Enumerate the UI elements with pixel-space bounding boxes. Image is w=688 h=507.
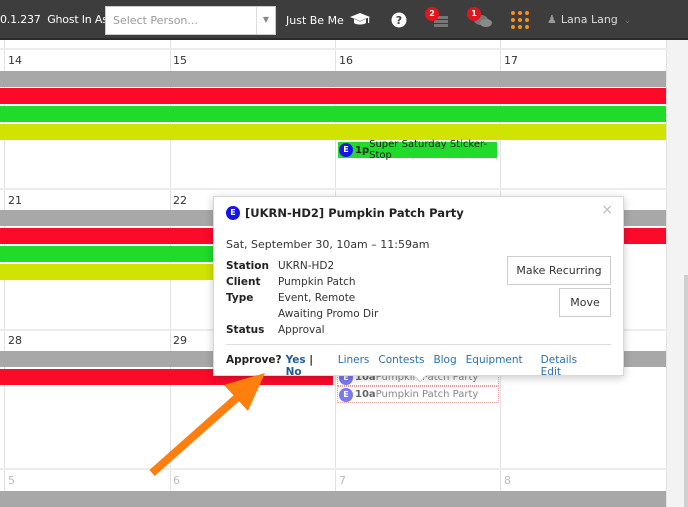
field-label: Type: [226, 292, 254, 304]
close-icon[interactable]: ×: [601, 202, 613, 218]
version-and-ghost-label: 0.1.237 Ghost In As:: [0, 13, 111, 26]
allday-bar-red[interactable]: [0, 88, 666, 104]
field-label: Station: [226, 260, 269, 272]
event-time: 1p: [355, 144, 370, 156]
field-station: Station UKRN-HD2: [226, 258, 378, 274]
app-version: 0.1.237: [0, 13, 41, 26]
chevron-down-icon: ⌄: [623, 16, 632, 26]
event-time: 10a: [355, 389, 376, 400]
calendar-event[interactable]: E 1p Super Saturday Sticker-Stop: [338, 139, 497, 161]
user-menu[interactable]: ♟ Lana Lang ⌄: [547, 13, 631, 26]
messages-badge: 1: [467, 7, 481, 21]
popover-pointer: [414, 375, 426, 383]
user-name: Lana Lang: [560, 13, 618, 26]
day-number[interactable]: 21: [8, 194, 22, 207]
field-type: Type Event, Remote: [226, 290, 378, 306]
day-number[interactable]: 15: [173, 54, 187, 67]
details-link[interactable]: Details: [541, 354, 577, 366]
messages-button[interactable]: 1: [467, 7, 494, 32]
field-status: Status Approval: [226, 322, 378, 338]
user-icon: ♟: [547, 13, 557, 26]
edit-link[interactable]: Edit: [541, 366, 561, 378]
equipment-link[interactable]: Equipment: [466, 354, 523, 378]
blog-link[interactable]: Blog: [433, 354, 456, 378]
footer-actions: Details Edit: [532, 354, 603, 378]
allday-bar-lime[interactable]: [0, 124, 666, 140]
approve-choice: Yes | No: [286, 354, 329, 378]
day-number[interactable]: 22: [173, 194, 187, 207]
event-title: Pumpkin Patch Party: [375, 389, 479, 400]
top-navbar: 0.1.237 Ghost In As: Select Person... ▼ …: [0, 0, 688, 40]
day-number[interactable]: 5: [8, 474, 15, 487]
day-number[interactable]: 29: [173, 334, 187, 347]
day-number[interactable]: 28: [8, 334, 22, 347]
vertical-scrollbar[interactable]: [684, 275, 688, 507]
event-title: Super Saturday Sticker-Stop: [369, 139, 488, 161]
move-button[interactable]: Move: [559, 288, 611, 317]
separator: |: [309, 354, 314, 366]
event-type-badge: E: [339, 143, 353, 157]
week-divider: [0, 468, 667, 470]
approve-yes-link[interactable]: Yes: [286, 354, 306, 366]
week-divider: [0, 188, 667, 190]
field-value: Awaiting Promo Dir: [278, 308, 379, 320]
make-recurring-button[interactable]: Make Recurring: [507, 256, 611, 285]
field-label: [226, 306, 278, 322]
field-label: Client: [226, 276, 261, 288]
tasks-button[interactable]: 2: [425, 7, 452, 32]
svg-text:?: ?: [396, 14, 402, 27]
event-title: [UKRN-HD2] Pumpkin Patch Party: [245, 206, 464, 220]
week-divider: [0, 48, 667, 50]
apps-grid-icon[interactable]: [508, 8, 532, 32]
approve-no-link[interactable]: No: [286, 366, 302, 378]
day-number[interactable]: 14: [8, 54, 22, 67]
day-number[interactable]: 7: [339, 474, 346, 487]
allday-bar-gray[interactable]: [0, 491, 666, 507]
day-number[interactable]: 16: [339, 54, 353, 67]
calendar-event[interactable]: E 10a Pumpkin Patch Party: [337, 386, 499, 403]
field-label: Status: [226, 324, 265, 336]
popover-title: E [UKRN-HD2] Pumpkin Patch Party: [226, 206, 464, 220]
help-icon[interactable]: ?: [389, 8, 409, 32]
just-be-me-button[interactable]: Just Be Me: [286, 14, 344, 27]
annotation-arrow-icon: [149, 373, 265, 476]
event-datetime: Sat, September 30, 10am – 11:59am: [226, 238, 430, 251]
event-details: Station UKRN-HD2 Client Pumpkin Patch Type…: [226, 258, 378, 338]
day-number[interactable]: 8: [504, 474, 511, 487]
divider: [226, 344, 611, 345]
dropdown-arrow-icon[interactable]: ▼: [256, 7, 275, 34]
field-value: UKRN-HD2: [278, 260, 335, 272]
event-type-badge: E: [226, 206, 240, 220]
field-client: Client Pumpkin Patch: [226, 274, 378, 290]
liners-link[interactable]: Liners: [338, 354, 370, 378]
tasks-badge: 2: [425, 7, 439, 21]
field-value: Event, Remote: [278, 292, 356, 304]
field-type-extra: Awaiting Promo Dir: [226, 306, 378, 322]
event-popover: E [UKRN-HD2] Pumpkin Patch Party × Sat, …: [213, 196, 624, 378]
field-value: Approval: [278, 324, 325, 336]
event-type-badge: E: [339, 387, 353, 402]
ghost-in-as-label: Ghost In As:: [47, 13, 112, 26]
graduation-cap-icon[interactable]: [348, 8, 372, 32]
ghost-person-placeholder: Select Person...: [113, 14, 198, 27]
ghost-person-select[interactable]: Select Person... ▼: [105, 6, 276, 35]
allday-bar-green[interactable]: [0, 106, 666, 122]
field-value: Pumpkin Patch: [278, 276, 356, 288]
day-number[interactable]: 17: [504, 54, 518, 67]
allday-bar-gray[interactable]: [0, 71, 666, 87]
